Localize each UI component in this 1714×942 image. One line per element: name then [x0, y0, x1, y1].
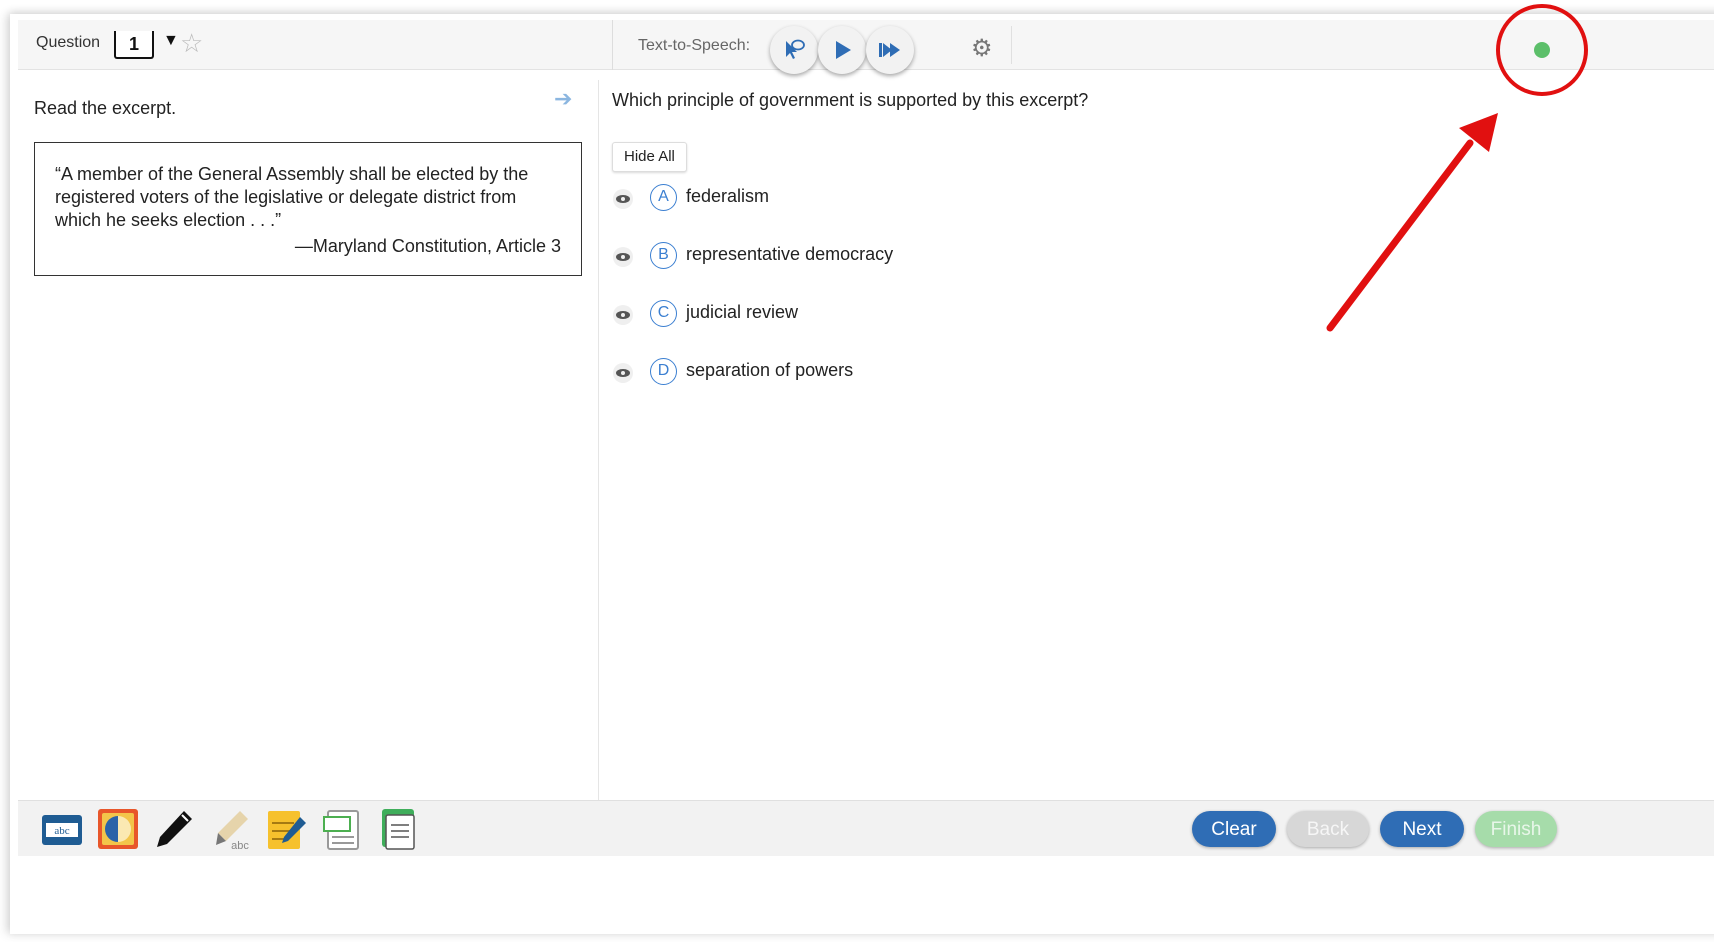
excerpt-source: —Maryland Constitution, Article 3: [294, 236, 561, 256]
option-letter[interactable]: D: [650, 358, 677, 385]
pencil-icon: [157, 811, 192, 847]
hide-all-button[interactable]: Hide All: [612, 142, 687, 172]
eye-icon[interactable]: [612, 188, 634, 210]
excerpt-box: “A member of the General Assembly shall …: [34, 142, 582, 276]
line-reader-button[interactable]: [320, 807, 364, 851]
notepad-button[interactable]: [264, 807, 308, 851]
bottom-toolbar: abc abc Clear Back Next Finish: [18, 800, 1714, 856]
option-letter[interactable]: B: [650, 242, 677, 269]
option-text: federalism: [686, 186, 770, 206]
abc-text: abc: [54, 825, 69, 837]
tts-label: Text-to-Speech:: [638, 37, 751, 54]
color-contrast-icon: [98, 809, 138, 849]
clear-button[interactable]: Clear: [1192, 811, 1276, 847]
notes-icon: [382, 809, 415, 850]
pane-divider: [598, 80, 599, 800]
question-number-selector[interactable]: 1: [114, 31, 154, 59]
notepad-icon: [268, 811, 306, 849]
passage-instruction: Read the excerpt.: [34, 98, 177, 118]
eye-icon[interactable]: [612, 304, 634, 326]
abc-text: abc: [231, 840, 249, 851]
highlighter-button[interactable]: abc: [208, 807, 252, 852]
tts-play-button[interactable]: [818, 26, 866, 74]
expand-arrow-icon[interactable]: ➔: [554, 86, 572, 112]
excerpt-line: “A member of the General Assembly shall …: [55, 164, 529, 184]
answer-masking-icon: abc: [42, 815, 82, 845]
color-contrast-button[interactable]: [96, 807, 140, 851]
fast-forward-icon: [879, 43, 900, 57]
header-divider-2: [1011, 26, 1012, 64]
select-to-read-icon: [786, 39, 805, 59]
back-button[interactable]: Back: [1287, 811, 1369, 847]
eye-icon[interactable]: [612, 362, 634, 384]
passage-pane: Read the excerpt. ➔ “A member of the Gen…: [18, 80, 596, 800]
flag-star-icon[interactable]: ☆: [180, 28, 203, 59]
option-letter[interactable]: A: [650, 184, 677, 211]
line-reader-icon: [323, 810, 359, 850]
option-text: separation of powers: [686, 360, 854, 380]
excerpt-line: which he seeks election . . .”: [55, 210, 282, 230]
highlighter-icon: abc: [216, 811, 249, 852]
question-prompt: Which principle of government is support…: [612, 90, 1089, 110]
excerpt-line: registered voters of the legislative or …: [55, 187, 517, 207]
option-text: representative democracy: [686, 244, 894, 264]
option-letter[interactable]: C: [650, 300, 677, 327]
top-toolbar: Question 1 ▼ ☆ Text-to-Speech: ⚙: [18, 20, 1714, 74]
play-icon: [836, 41, 851, 59]
question-dropdown-icon[interactable]: ▼: [163, 32, 179, 50]
next-button[interactable]: Next: [1380, 811, 1464, 847]
connection-status-dot: [1534, 42, 1550, 58]
tts-select-button[interactable]: [770, 26, 818, 74]
tts-fast-forward-button[interactable]: [866, 26, 914, 74]
header-divider: [612, 20, 613, 70]
answer-masking-button[interactable]: abc: [40, 807, 84, 851]
pencil-button[interactable]: [152, 807, 196, 851]
option-text: judicial review: [686, 302, 799, 322]
notes-button[interactable]: [376, 807, 420, 851]
eye-icon[interactable]: [612, 246, 634, 268]
question-label: Question: [36, 34, 101, 51]
finish-button[interactable]: Finish: [1475, 811, 1557, 847]
settings-gear-icon[interactable]: ⚙: [971, 34, 993, 63]
